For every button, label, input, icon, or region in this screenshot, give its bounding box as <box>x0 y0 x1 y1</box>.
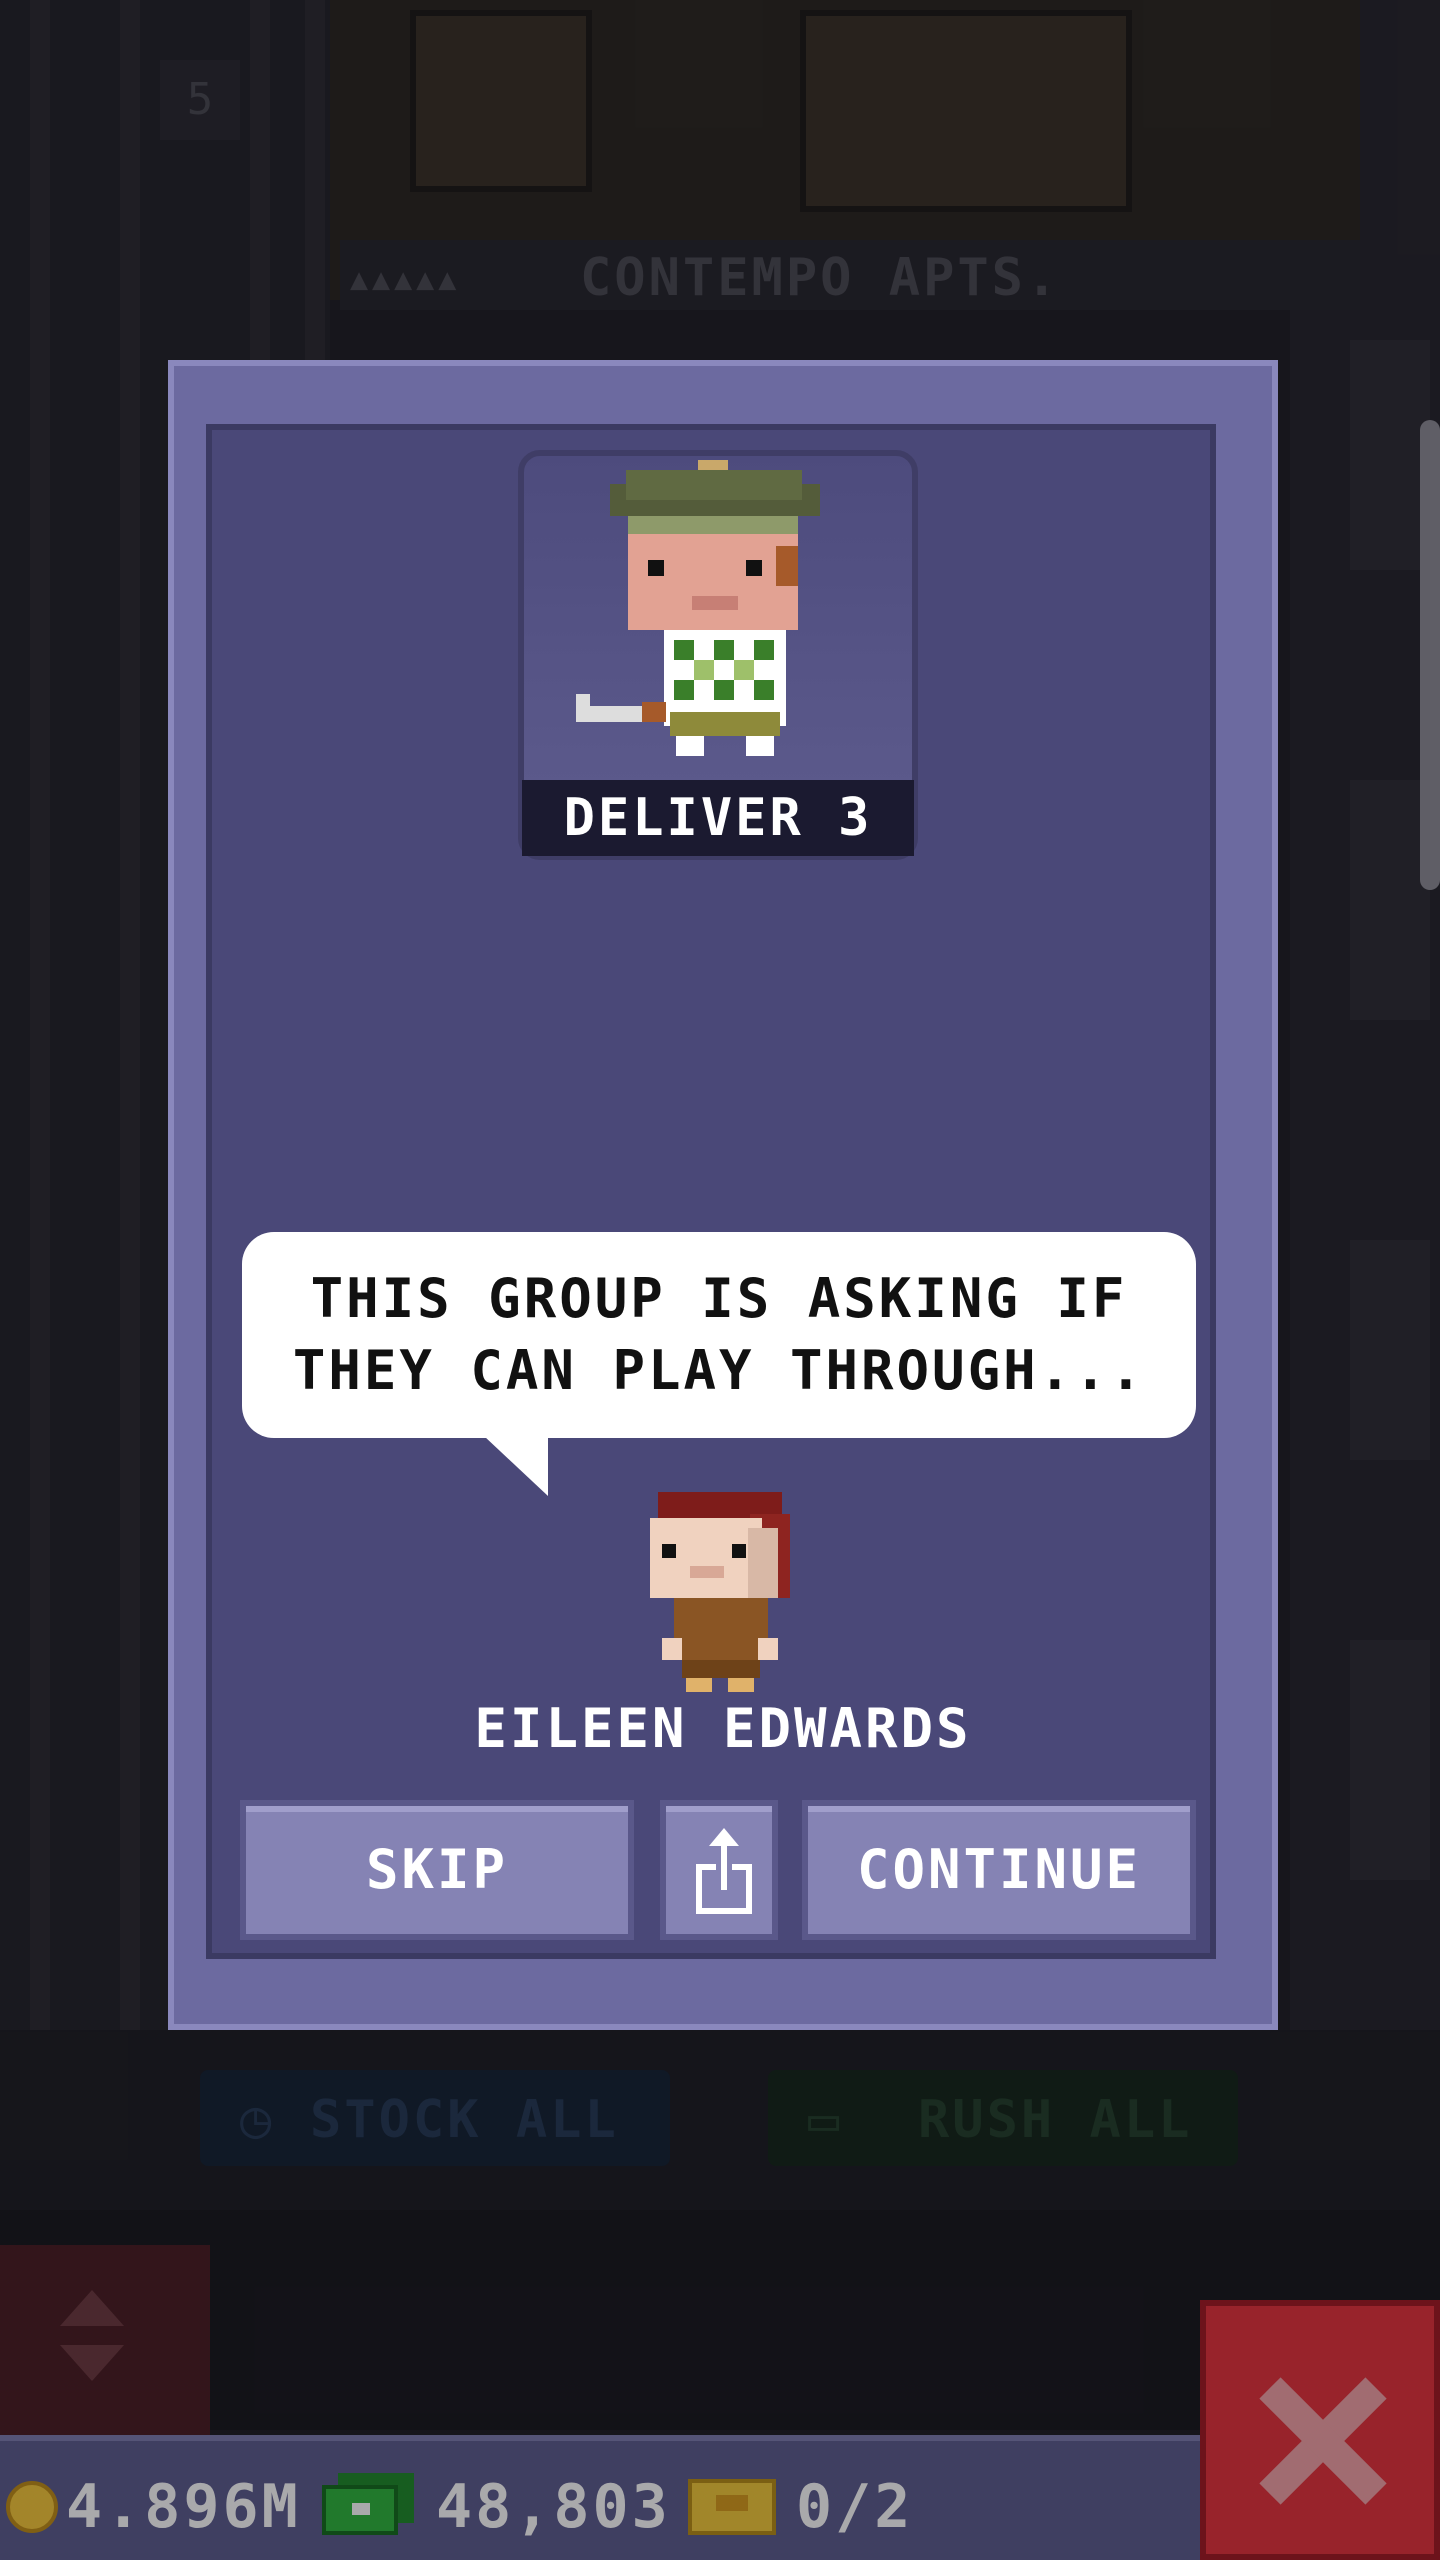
mission-task-label: DELIVER 3 <box>522 780 914 856</box>
share-button[interactable] <box>660 1800 778 1940</box>
share-icon <box>696 1828 752 1914</box>
speech-bubble: THIS GROUP IS ASKING IF THEY CAN PLAY TH… <box>242 1232 1196 1438</box>
npc-name: EILEEN EDWARDS <box>474 1697 972 1760</box>
npc-character-icon <box>650 1492 790 1692</box>
continue-button[interactable]: CONTINUE <box>802 1800 1196 1940</box>
speech-line-2: THEY CAN PLAY THROUGH... <box>292 1339 1146 1402</box>
speech-bubble-tail <box>484 1436 548 1496</box>
skip-button[interactable]: SKIP <box>240 1800 634 1940</box>
skip-button-label: SKIP <box>365 1838 509 1901</box>
speech-line-1: THIS GROUP IS ASKING IF <box>310 1267 1128 1330</box>
continue-button-label: CONTINUE <box>856 1838 1142 1901</box>
